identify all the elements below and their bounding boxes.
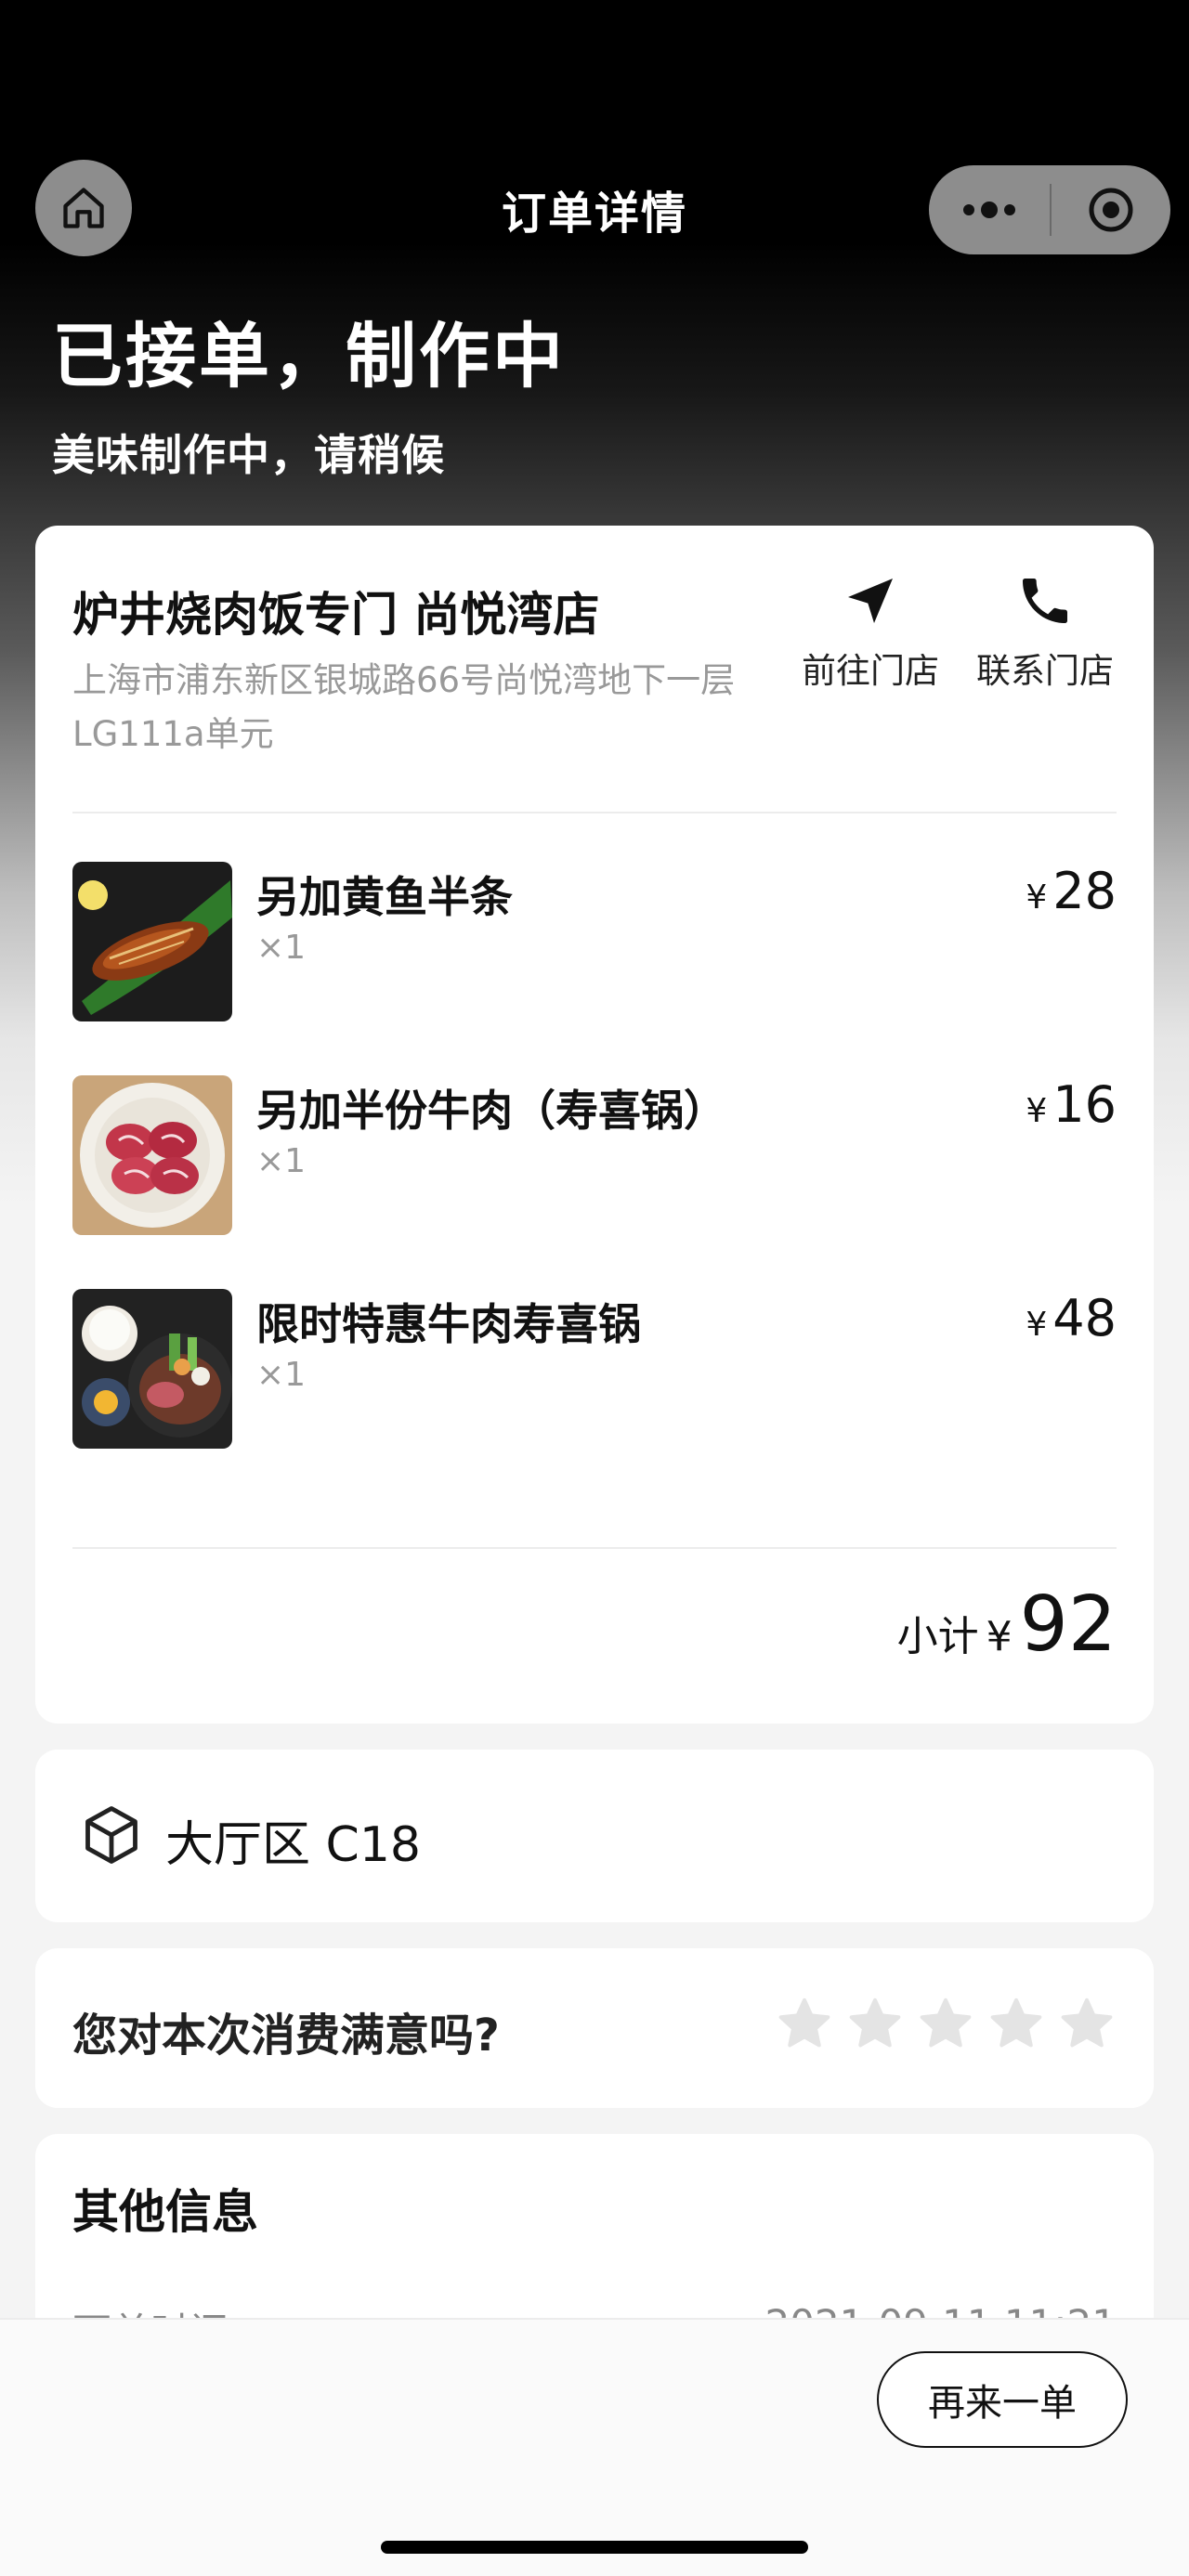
more-dots-icon xyxy=(963,202,1015,218)
item-quantity: ×1 xyxy=(256,1356,307,1394)
bottom-action-bar: 再来一单 xyxy=(0,2318,1189,2576)
item-quantity: ×1 xyxy=(256,929,307,967)
item-name: 限时特惠牛肉寿喜锅 xyxy=(256,1299,641,1349)
order-detail-page: 订单详情 已接单，制作中 美味制作中，请稍候 炉井烧肉饭专门 尚悦湾店 上海市浦… xyxy=(0,0,1189,2576)
order-status-title: 已接单，制作中 xyxy=(52,315,566,397)
contact-label: 联系门店 xyxy=(976,651,1114,691)
home-indicator xyxy=(381,2541,808,2554)
price-value: 28 xyxy=(1052,862,1117,920)
price-value: 16 xyxy=(1052,1075,1117,1134)
star-rating xyxy=(775,1995,1117,2054)
navigate-label: 前往门店 xyxy=(802,651,939,691)
star-icon[interactable] xyxy=(845,1995,905,2054)
reorder-button[interactable]: 再来一单 xyxy=(877,2351,1128,2448)
currency-symbol: ¥ xyxy=(986,1613,1013,1660)
contact-store-button[interactable]: 联系门店 xyxy=(966,568,1124,693)
currency-symbol: ¥ xyxy=(1026,878,1048,917)
more-button[interactable] xyxy=(929,165,1050,254)
item-name: 另加黄鱼半条 xyxy=(256,872,513,922)
item-price: ¥ 48 xyxy=(1026,1289,1117,1347)
order-item: 另加半份牛肉（寿喜锅） ×1 ¥ 16 xyxy=(72,1075,1117,1235)
other-info-title: 其他信息 xyxy=(72,2185,258,2239)
table-card: 大厅区 C18 xyxy=(35,1750,1154,1922)
price-value: 48 xyxy=(1052,1289,1117,1347)
store-name: 炉井烧肉饭专门 尚悦湾店 xyxy=(72,588,600,642)
order-item: 另加黄鱼半条 ×1 ¥ 28 xyxy=(72,862,1117,1021)
item-name: 另加半份牛肉（寿喜锅） xyxy=(256,1086,726,1136)
rating-question: 您对本次消费满意吗? xyxy=(72,2010,500,2062)
order-item: 限时特惠牛肉寿喜锅 ×1 ¥ 48 xyxy=(72,1289,1117,1449)
item-price: ¥ 28 xyxy=(1026,862,1117,920)
mini-program-capsule xyxy=(929,165,1170,254)
item-price: ¥ 16 xyxy=(1026,1075,1117,1134)
table-number: 大厅区 C18 xyxy=(165,1817,422,1873)
divider xyxy=(72,1547,1117,1549)
item-thumbnail-beef xyxy=(72,1075,232,1235)
order-card: 炉井烧肉饭专门 尚悦湾店 上海市浦东新区银城路66号尚悦湾地下一层LG111a单… xyxy=(35,526,1154,1724)
order-status-subtitle: 美味制作中，请稍候 xyxy=(52,430,445,480)
divider xyxy=(72,812,1117,813)
store-address: 上海市浦东新区银城路66号尚悦湾地下一层LG111a单元 xyxy=(72,660,736,754)
star-icon[interactable] xyxy=(1057,1995,1117,2054)
item-thumbnail-fish xyxy=(72,862,232,1021)
item-thumbnail-sukiyaki-set xyxy=(72,1289,232,1449)
navigation-arrow-icon xyxy=(848,579,893,623)
currency-symbol: ¥ xyxy=(1026,1306,1048,1344)
star-icon[interactable] xyxy=(986,1995,1046,2054)
star-icon[interactable] xyxy=(775,1995,834,2054)
subtotal: 小计 ¥ 92 xyxy=(897,1581,1117,1669)
subtotal-amount: 92 xyxy=(1019,1581,1117,1669)
close-miniprogram-button[interactable] xyxy=(1052,165,1170,254)
navigate-to-store-button[interactable]: 前往门店 xyxy=(791,568,949,693)
currency-symbol: ¥ xyxy=(1026,1092,1048,1130)
box-icon xyxy=(85,1806,137,1864)
item-quantity: ×1 xyxy=(256,1142,307,1180)
phone-icon xyxy=(1023,579,1067,623)
star-icon[interactable] xyxy=(916,1995,975,2054)
rating-card: 您对本次消费满意吗? xyxy=(35,1948,1154,2108)
subtotal-label: 小计 xyxy=(896,1613,979,1660)
target-circle-icon xyxy=(1089,188,1133,232)
